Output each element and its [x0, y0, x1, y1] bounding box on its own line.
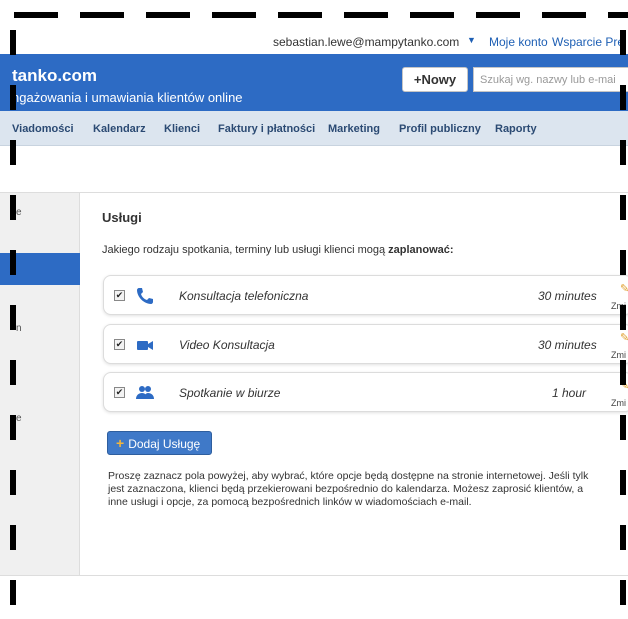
support-link[interactable]: Wsparcie Pre	[552, 35, 624, 49]
service-row[interactable]: ✔ Spotkanie w biurze 1 hour ✎ Zmi	[103, 372, 628, 412]
service-row[interactable]: ✔ Konsultacja telefoniczna 30 minutes ✎ …	[103, 275, 628, 315]
chevron-down-icon[interactable]: ▼	[467, 35, 476, 45]
dashed-border-left	[10, 30, 16, 619]
service-name: Konsultacja telefoniczna	[179, 289, 309, 303]
video-camera-icon	[137, 341, 153, 350]
footer-divider	[0, 575, 628, 576]
dashed-border-right	[620, 30, 626, 619]
brand-tagline: ngażowania i umawiania klientów online	[12, 90, 243, 105]
question-bold: zaplanować:	[388, 244, 454, 256]
question-text: Jakiego rodzaju spotkania, terminy lub u…	[102, 244, 389, 256]
account-bar: sebastian.lewe@mampytanko.com ▼ Moje kon…	[0, 30, 628, 54]
sidebar-item-label[interactable]: n	[16, 323, 22, 334]
app-header: tanko.com ngażowania i umawiania klientó…	[0, 54, 628, 111]
people-icon	[136, 386, 154, 399]
services-panel: Usługi Jakiego rodzaju spotkania, termin…	[81, 193, 628, 575]
service-duration: 1 hour	[552, 386, 587, 400]
service-row[interactable]: ✔ Video Konsultacja 30 minutes ✎ Zmi	[103, 324, 628, 364]
dashed-border-top	[14, 12, 628, 18]
service-checkbox[interactable]: ✔	[114, 339, 125, 350]
nav-item-clients[interactable]: Klienci	[164, 123, 200, 135]
nav-item-invoices[interactable]: Faktury i płatności	[218, 123, 315, 135]
page-title: Usługi	[102, 210, 142, 225]
service-name: Video Konsultacja	[179, 338, 275, 352]
main-nav: Viadomości Kalendarz Klienci Faktury i p…	[0, 111, 628, 146]
service-duration: 30 minutes	[538, 289, 597, 303]
nav-item-reports[interactable]: Raporty	[495, 123, 537, 135]
search-input[interactable]	[473, 67, 628, 92]
new-button[interactable]: +Nowy	[402, 67, 468, 92]
add-service-label: Dodaj Usługę	[128, 437, 201, 451]
add-service-button[interactable]: + Dodaj Usługę	[107, 431, 212, 455]
nav-item-calendar[interactable]: Kalendarz	[93, 123, 146, 135]
services-question: Jakiego rodzaju spotkania, terminy lub u…	[102, 244, 454, 256]
phone-icon	[137, 288, 153, 304]
service-duration: 30 minutes	[538, 338, 597, 352]
sidebar-item-label[interactable]: e	[16, 413, 22, 424]
subheader	[0, 146, 628, 193]
my-account-link[interactable]: Moje konto	[489, 35, 548, 49]
service-checkbox[interactable]: ✔	[114, 387, 125, 398]
service-checkbox[interactable]: ✔	[114, 290, 125, 301]
sidebar-item-label[interactable]: e	[16, 207, 22, 218]
brand-logo[interactable]: tanko.com	[12, 66, 97, 86]
service-name: Spotkanie w biurze	[179, 386, 281, 400]
nav-item-public-profile[interactable]: Profil publiczny	[399, 123, 481, 135]
nav-item-messages[interactable]: Viadomości	[12, 123, 74, 135]
nav-item-marketing[interactable]: Marketing	[328, 123, 380, 135]
services-info-text: Proszę zaznacz pola powyżej, aby wybrać,…	[108, 470, 589, 508]
plus-icon: +	[116, 435, 125, 451]
account-email[interactable]: sebastian.lewe@mampytanko.com	[273, 35, 459, 49]
